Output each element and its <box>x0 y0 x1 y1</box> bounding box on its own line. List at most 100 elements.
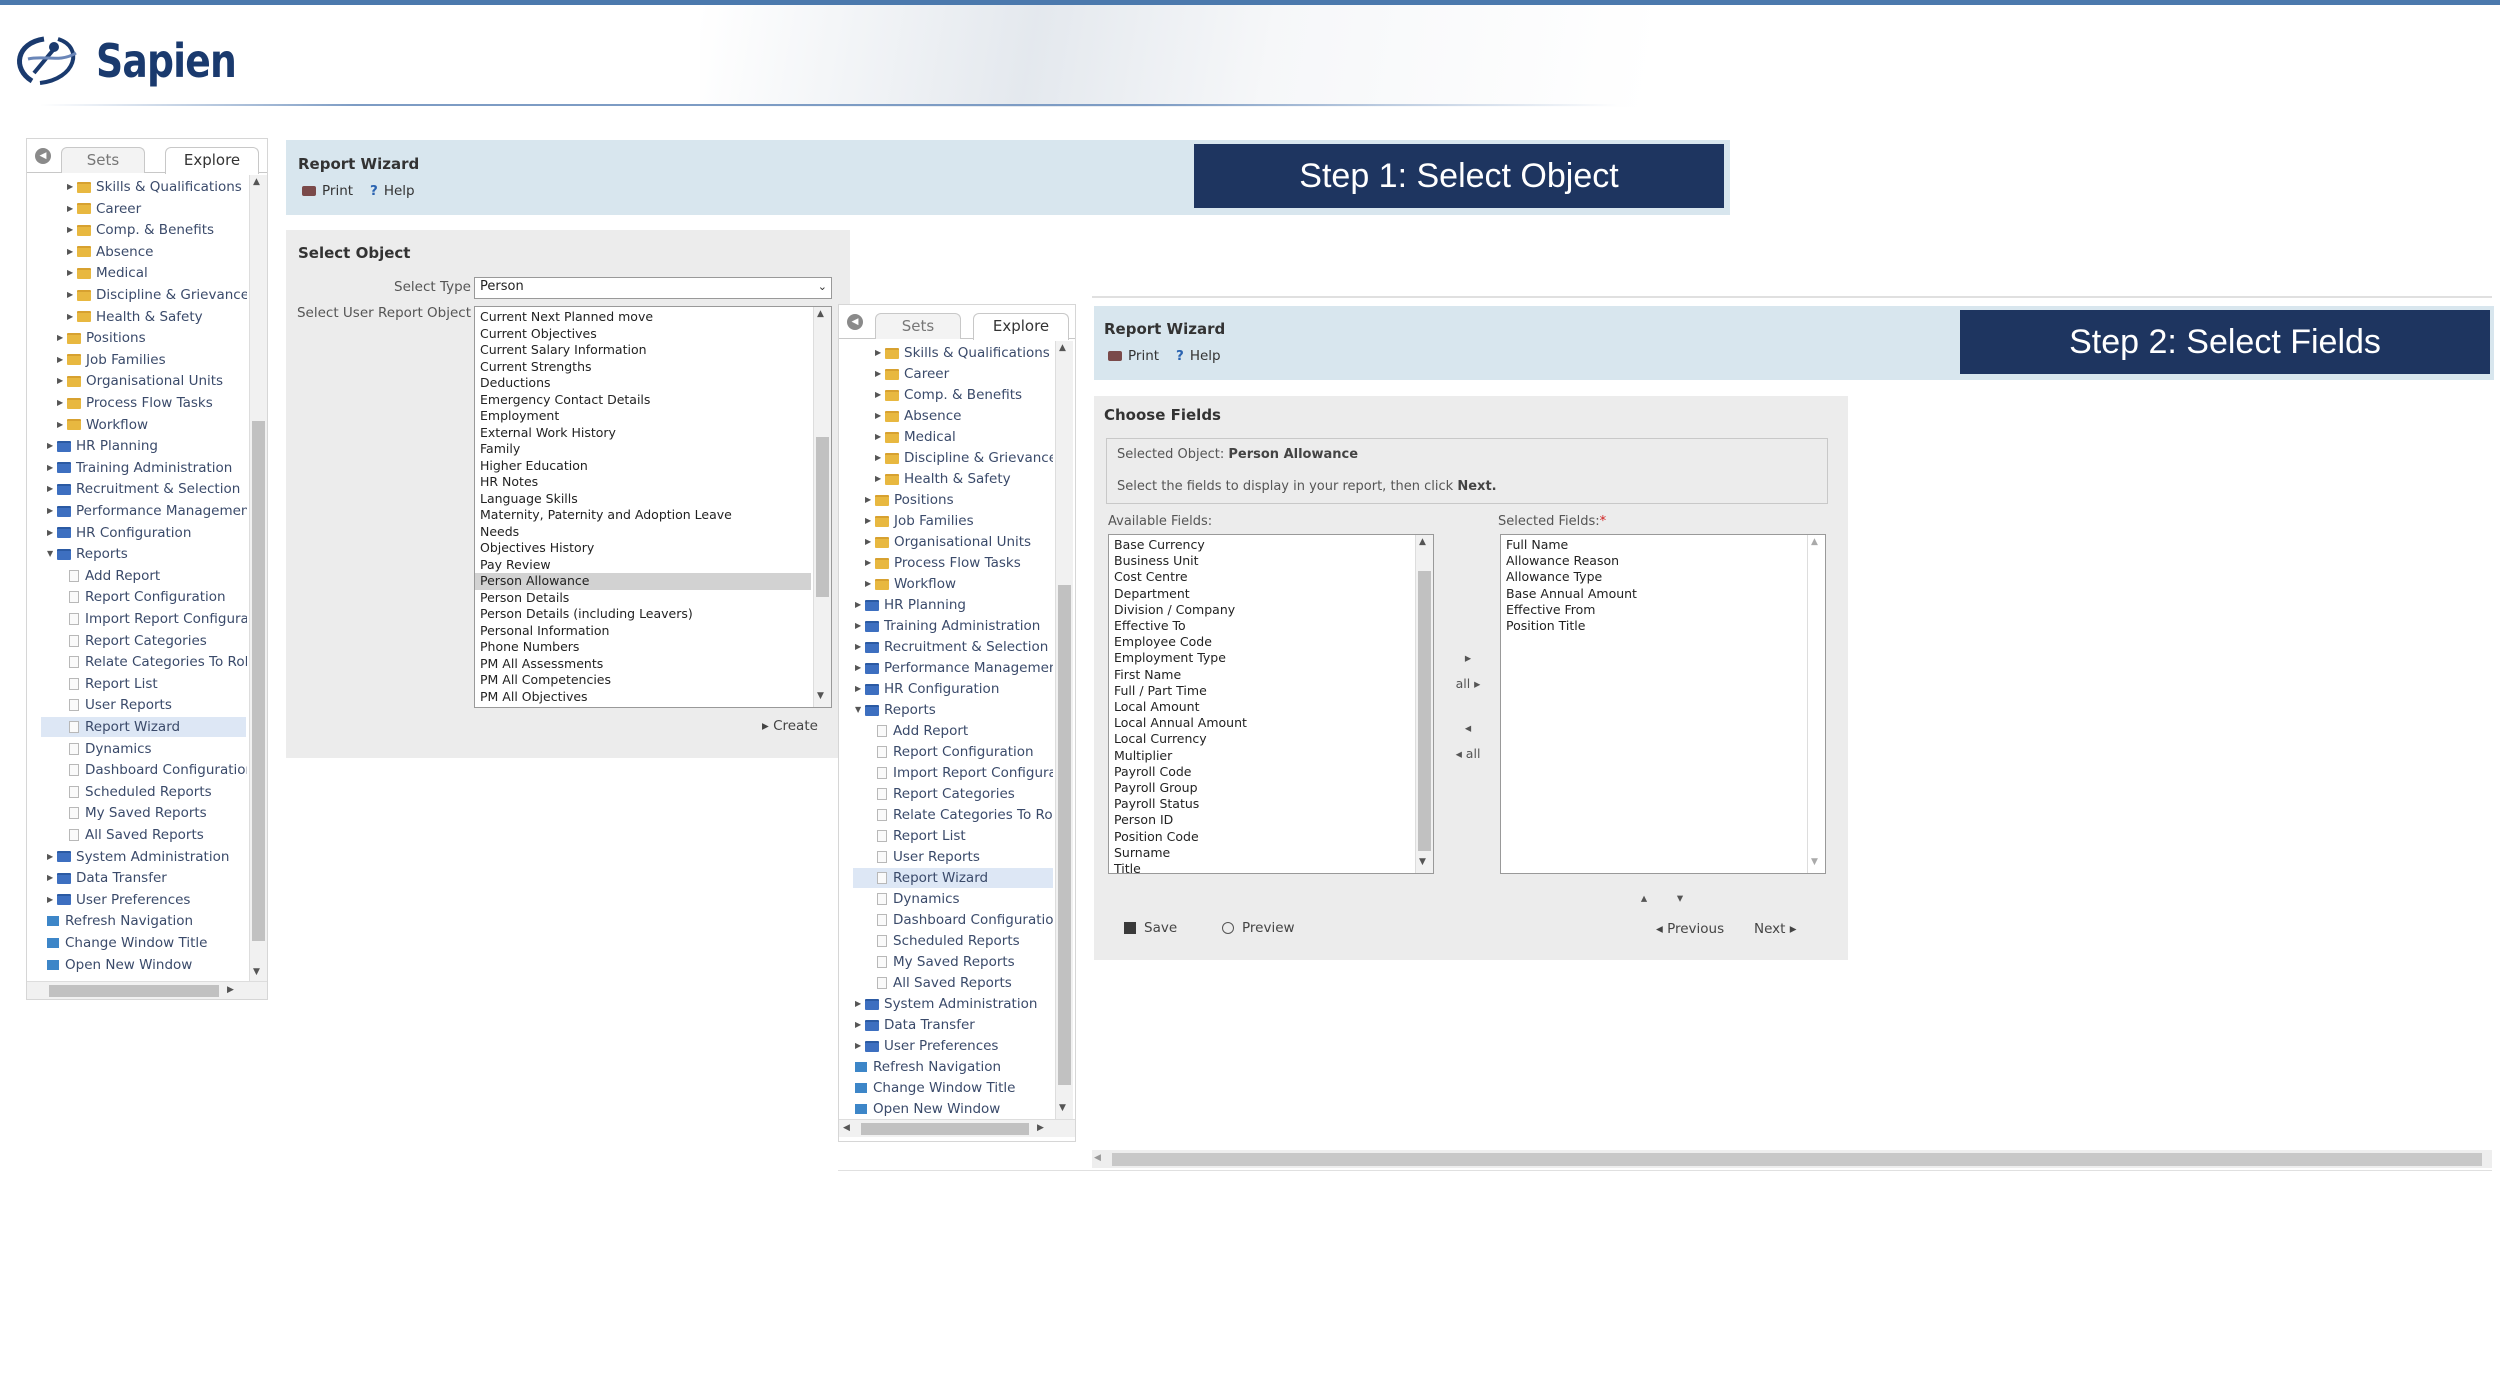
create-button[interactable]: ▸ Create <box>762 718 818 734</box>
sidebar-item[interactable]: ▼ Reports <box>47 544 128 564</box>
object-listbox[interactable]: ▲ ▼ Current Next Planned move Current Obj… <box>474 306 832 708</box>
scrollbar-thumb[interactable] <box>1418 571 1431 851</box>
chevron-right-icon[interactable]: ▶ <box>67 285 77 305</box>
sidebar-item[interactable]: ▶ Career <box>875 364 949 384</box>
list-item[interactable]: Current Objectives <box>480 326 597 343</box>
scroll-down-icon[interactable]: ▼ <box>1419 857 1426 867</box>
chevron-right-icon[interactable]: ▶ <box>865 511 875 531</box>
list-item[interactable]: PM All Assessments <box>480 656 603 673</box>
chevron-right-icon[interactable]: ▶ <box>855 658 865 678</box>
chevron-right-icon[interactable]: ▶ <box>855 1036 865 1056</box>
sidebar-item[interactable]: My Saved Reports <box>877 952 1015 972</box>
list-item[interactable]: Higher Education <box>480 458 588 475</box>
list-item[interactable]: Multiplier <box>1114 748 1172 765</box>
scrollbar-thumb[interactable] <box>816 437 829 597</box>
list-item[interactable]: Employment <box>480 408 559 425</box>
chevron-right-icon[interactable]: ▶ <box>67 177 77 197</box>
list-item[interactable]: Base Currency <box>1114 537 1205 554</box>
list-item[interactable]: Person Details <box>480 590 569 607</box>
scroll-left-icon[interactable]: ◀ <box>1094 1153 1101 1163</box>
sidebar-item[interactable]: ▶ Comp. & Benefits <box>875 385 1022 405</box>
sidebar-item[interactable]: ▶ Workflow <box>865 574 956 594</box>
move-all-right-button[interactable]: all ▸ <box>1448 676 1488 691</box>
sidebar-item[interactable]: Report Categories <box>69 631 207 651</box>
list-item[interactable]: Title <box>1114 861 1141 873</box>
scroll-left-icon[interactable]: ◀ <box>843 1123 850 1133</box>
sidebar-item[interactable]: ▶ Recruitment & Selection <box>47 479 240 499</box>
list-item[interactable]: Person Allowance <box>475 573 811 590</box>
list-item[interactable]: Current Salary Information <box>480 342 647 359</box>
sidebar-item[interactable]: Add Report <box>69 566 160 586</box>
sidebar-item[interactable]: ▶ HR Configuration <box>47 523 191 543</box>
list-item[interactable]: Objectives History <box>480 540 594 557</box>
chevron-right-icon[interactable]: ▶ <box>57 393 67 413</box>
list-item[interactable]: HR Notes <box>480 474 538 491</box>
sidebar-item[interactable]: ▶ Medical <box>875 427 956 447</box>
list-item[interactable]: Effective To <box>1114 618 1186 635</box>
sidebar-item[interactable]: Import Report Configuration <box>877 763 1053 783</box>
help-button[interactable]: ? Help <box>370 183 415 199</box>
sidebar-item[interactable]: Refresh Navigation <box>855 1057 1001 1077</box>
sidebar-item[interactable]: Report Wizard <box>41 717 246 737</box>
sidebar-item[interactable]: Open New Window <box>47 955 192 975</box>
sidebar-item[interactable]: Scheduled Reports <box>877 931 1020 951</box>
sidebar-vertical-scrollbar[interactable]: ▲ ▼ <box>249 175 267 983</box>
page-horizontal-scrollbar[interactable]: ◀ <box>1092 1150 2492 1168</box>
chevron-right-icon[interactable]: ▶ <box>67 307 77 327</box>
list-item[interactable]: Payroll Code <box>1114 764 1191 781</box>
list-item[interactable]: Family <box>480 441 520 458</box>
sidebar-item[interactable]: ▶ Performance Management <box>855 658 1053 678</box>
scrollbar-thumb[interactable] <box>252 421 265 941</box>
chevron-right-icon[interactable]: ▶ <box>855 595 865 615</box>
sidebar-item[interactable]: ▶ Discipline & Grievance <box>67 285 247 305</box>
list-item[interactable]: Emergency Contact Details <box>480 392 650 409</box>
sidebar-item[interactable]: ▶ Training Administration <box>855 616 1040 636</box>
sidebar-vertical-scrollbar[interactable]: ▲ ▼ <box>1055 341 1073 1119</box>
next-button[interactable]: Next ▸ <box>1754 921 1797 937</box>
sidebar-item[interactable]: ▶ Health & Safety <box>875 469 1011 489</box>
chevron-right-icon[interactable]: ▶ <box>855 679 865 699</box>
sidebar-item[interactable]: ▶ HR Configuration <box>855 679 999 699</box>
chevron-right-icon[interactable]: ▶ <box>67 242 77 262</box>
move-right-button[interactable]: ▸ <box>1454 650 1482 665</box>
scrollbar-thumb[interactable] <box>49 985 219 997</box>
list-item[interactable]: Current Strengths <box>480 359 592 376</box>
sidebar-item[interactable]: ▶ Health & Safety <box>67 307 203 327</box>
sidebar-item[interactable]: Open New Window <box>855 1099 1000 1119</box>
list-item[interactable]: Current Next Planned move <box>480 309 653 326</box>
scroll-up-icon[interactable]: ▲ <box>817 309 824 319</box>
scroll-right-icon[interactable]: ▶ <box>1037 1123 1044 1133</box>
list-item[interactable]: Department <box>1114 586 1190 603</box>
chevron-right-icon[interactable]: ▶ <box>865 490 875 510</box>
list-item[interactable]: Language Skills <box>480 491 578 508</box>
list-item[interactable]: PM All Objectives <box>480 689 588 706</box>
list-item[interactable]: Local Amount <box>1114 699 1200 716</box>
move-left-button[interactable]: ◂ <box>1454 720 1482 735</box>
chevron-right-icon[interactable]: ▶ <box>47 458 57 478</box>
list-item[interactable]: Position Title <box>1506 618 1585 635</box>
sidebar-item[interactable]: ▶ Skills & Qualifications <box>67 177 242 197</box>
list-item[interactable]: Position Code <box>1114 829 1199 846</box>
sidebar-item[interactable]: ▶ Organisational Units <box>865 532 1031 552</box>
scroll-up-icon[interactable]: ▲ <box>1419 537 1426 547</box>
sidebar-item[interactable]: ▶ Training Administration <box>47 458 232 478</box>
sidebar-item[interactable]: ▶ Workflow <box>57 415 148 435</box>
sidebar-item[interactable]: Report List <box>877 826 966 846</box>
sidebar-item[interactable]: ▶ System Administration <box>47 847 229 867</box>
sidebar-item[interactable]: Report List <box>69 674 158 694</box>
tab-explore[interactable]: Explore <box>165 147 259 174</box>
chevron-right-icon[interactable]: ▶ <box>875 385 885 405</box>
scrollbar-thumb[interactable] <box>1058 585 1071 1085</box>
sidebar-item[interactable]: ▶ Discipline & Grievance <box>875 448 1053 468</box>
chevron-right-icon[interactable]: ▶ <box>875 343 885 363</box>
chevron-right-icon[interactable]: ▶ <box>57 328 67 348</box>
chevron-right-icon[interactable]: ▶ <box>47 501 57 521</box>
listbox-scrollbar[interactable]: ▲ ▼ <box>1807 535 1825 873</box>
chevron-right-icon[interactable]: ▶ <box>47 847 57 867</box>
previous-button[interactable]: ◂ Previous <box>1656 921 1724 937</box>
scroll-down-icon[interactable]: ▼ <box>253 967 260 977</box>
list-item[interactable]: Payroll Status <box>1114 796 1199 813</box>
list-item[interactable]: Phone Numbers <box>480 639 579 656</box>
sidebar-item[interactable]: ▶ Process Flow Tasks <box>57 393 213 413</box>
save-button[interactable]: Save <box>1124 920 1177 936</box>
